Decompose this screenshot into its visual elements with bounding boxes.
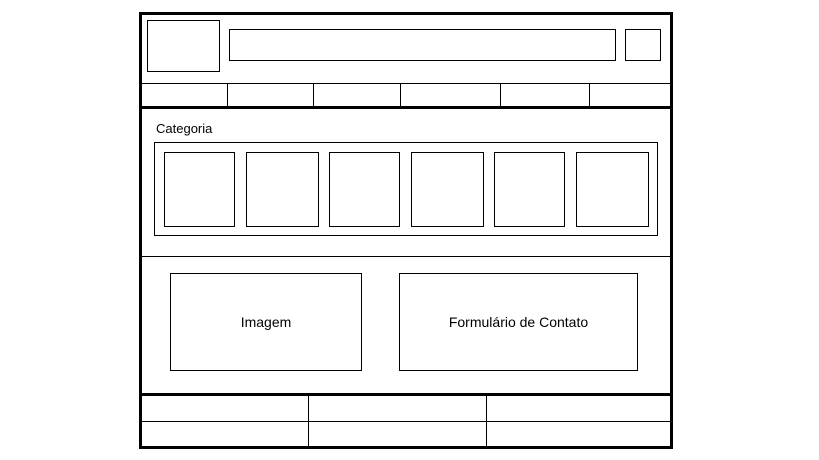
category-item-4 [411,152,484,227]
nav-divider-1 [227,84,228,107]
footer-row-divider [142,421,670,422]
nav-divider-4 [500,84,501,107]
nav-bottom-line [142,106,670,109]
nav-divider-2 [313,84,314,107]
nav-top-line [142,83,670,84]
image-placeholder: Imagem [170,273,362,371]
category-item-1 [164,152,235,227]
nav-divider-3 [400,84,401,107]
section-divider [142,256,670,257]
logo-placeholder [147,20,220,72]
category-title: Categoria [156,121,213,136]
footer-top-line [142,393,670,396]
footer-column-divider-1 [308,396,309,446]
search-bar-placeholder [229,29,616,61]
category-item-5 [494,152,565,227]
footer-column-divider-2 [486,396,487,446]
category-item-3 [329,152,400,227]
nav-divider-5 [589,84,590,107]
contact-form-placeholder: Formulário de Contato [399,273,638,371]
category-item-2 [246,152,319,227]
category-item-6 [576,152,649,227]
header-button-placeholder [625,29,661,61]
